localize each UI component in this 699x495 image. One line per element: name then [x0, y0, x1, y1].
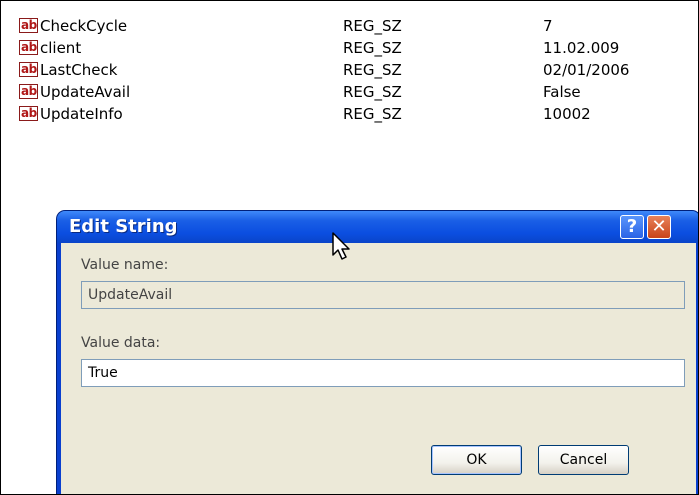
dialog-title: Edit String [69, 216, 178, 237]
value-name: client [40, 39, 82, 57]
value-name-label: Value name: [81, 257, 169, 273]
table-row[interactable]: ab LastCheck REG_SZ 02/01/2006 [19, 59, 689, 81]
value-data: 10002 [543, 105, 591, 123]
value-type: REG_SZ [343, 39, 402, 57]
value-name: UpdateInfo [40, 105, 123, 123]
value-name: LastCheck [40, 61, 118, 79]
ok-button[interactable]: OK [431, 445, 522, 475]
mouse-cursor-icon [332, 232, 350, 260]
string-value-icon: ab [19, 106, 38, 121]
value-name-field: UpdateAvail [81, 281, 685, 309]
table-row[interactable]: ab UpdateAvail REG_SZ False [19, 81, 689, 103]
value-data-input[interactable]: True [81, 359, 685, 387]
string-value-icon: ab [19, 84, 38, 99]
table-row[interactable]: ab CheckCycle REG_SZ 7 [19, 15, 689, 37]
value-type: REG_SZ [343, 61, 402, 79]
registry-editor-window: ab CheckCycle REG_SZ 7 ab client REG_SZ … [0, 0, 699, 495]
value-data-label: Value data: [81, 335, 161, 351]
string-value-icon: ab [19, 18, 38, 33]
dialog-titlebar[interactable]: Edit String ? ✕ [57, 211, 698, 243]
registry-value-list: ab CheckCycle REG_SZ 7 ab client REG_SZ … [19, 15, 689, 125]
value-data: 7 [543, 17, 553, 35]
close-icon[interactable]: ✕ [647, 215, 671, 239]
value-data: False [543, 83, 581, 101]
string-value-icon: ab [19, 62, 38, 77]
string-value-icon: ab [19, 40, 38, 55]
edit-string-dialog: Edit String ? ✕ Value name: UpdateAvail … [57, 211, 698, 494]
value-data: 11.02.009 [543, 39, 620, 57]
help-icon[interactable]: ? [620, 215, 644, 239]
value-type: REG_SZ [343, 83, 402, 101]
dialog-body: Value name: UpdateAvail Value data: True… [61, 243, 696, 494]
value-name: CheckCycle [40, 17, 128, 35]
value-data: 02/01/2006 [543, 61, 630, 79]
cancel-button[interactable]: Cancel [538, 445, 629, 475]
value-name: UpdateAvail [40, 83, 131, 101]
table-row[interactable]: ab client REG_SZ 11.02.009 [19, 37, 689, 59]
value-type: REG_SZ [343, 105, 402, 123]
value-type: REG_SZ [343, 17, 402, 35]
table-row[interactable]: ab UpdateInfo REG_SZ 10002 [19, 103, 689, 125]
